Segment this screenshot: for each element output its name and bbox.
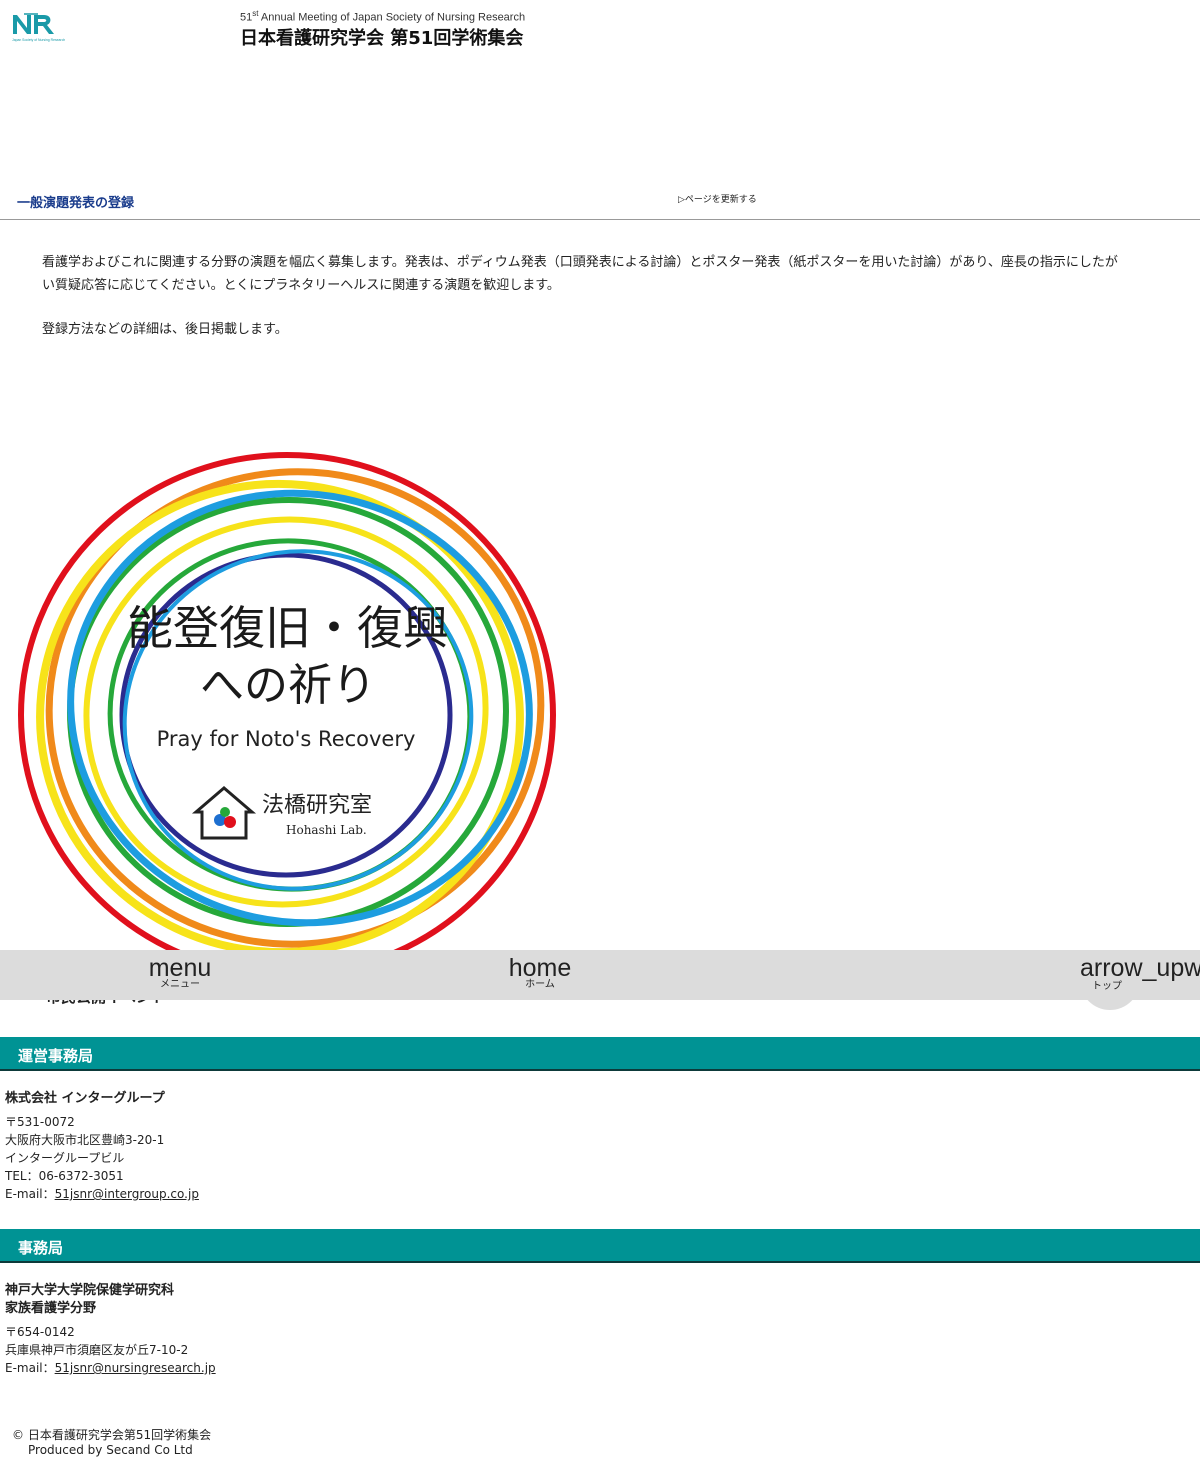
page-title: 一般演題発表の登録 (17, 196, 135, 211)
svg-text:への祈り: への祈り (200, 660, 376, 711)
office-section-header: 運営事務局 (0, 1037, 1200, 1071)
secretariat-heading: 事務局 (18, 1239, 64, 1257)
office-email-line: E-mail：51jsnr@intergroup.co.jp (5, 1187, 199, 1201)
secretariat-address-block: 神戸大学大学院保健学研究科 家族看護学分野 〒654-0142 兵庫県神戸市須磨… (5, 1282, 216, 1377)
office-email-link[interactable]: 51jsnr@intergroup.co.jp (55, 1187, 199, 1201)
secretariat-section-header: 事務局 (0, 1229, 1200, 1263)
details-notice: 登録方法などの詳細は、後日掲載します。 (42, 322, 288, 337)
noto-recovery-banner[interactable]: 能登復旧・復興 への祈り Pray for Noto's Recovery 法橋… (18, 450, 560, 950)
menu-button[interactable]: menu メニュー (130, 950, 230, 1000)
secretariat-address: 兵庫県神戸市須磨区友が丘7-10-2 (5, 1343, 189, 1357)
office-building: インターグループビル (5, 1151, 125, 1165)
back-to-top-label: トップ (1092, 981, 1122, 992)
secretariat-email-line: E-mail：51jsnr@nursingresearch.jp (5, 1361, 216, 1375)
refresh-page-link[interactable]: ▷ページを更新する (678, 192, 757, 205)
home-button-label: ホーム (525, 979, 555, 990)
svg-text:能登復旧・復興: 能登復旧・復興 (127, 601, 449, 655)
back-to-top-button[interactable]: arrow_upward トップ (1080, 950, 1200, 1010)
secretariat-postal-code: 〒654-0142 (5, 1325, 75, 1339)
secretariat-org-line2: 家族看護学分野 (5, 1301, 97, 1316)
office-address-block: 株式会社 インターグループ 〒531-0072 大阪府大阪市北区豊崎3-20-1… (5, 1090, 199, 1203)
svg-text:法橋研究室: 法橋研究室 (262, 793, 372, 818)
secretariat-email-link[interactable]: 51jsnr@nursingresearch.jp (55, 1361, 216, 1375)
office-tel: TEL：06-6372-3051 (5, 1169, 124, 1183)
menu-button-label: メニュー (160, 979, 200, 990)
intro-paragraph: 看護学およびこれに関連する分野の演題を幅広く募集します。発表は、ポディウム発表（… (42, 255, 1118, 293)
meeting-english-subtitle: 51st Annual Meeting of Japan Society of … (240, 9, 526, 24)
office-heading: 運営事務局 (18, 1047, 94, 1065)
footer: © 日本看護研究学会第51回学術集会 Produced by Secand Co… (12, 1428, 211, 1458)
svg-text:Japan Society of Nursing Resea: Japan Society of Nursing Research (12, 38, 65, 42)
copyright: © 日本看護研究学会第51回学術集会 (12, 1428, 212, 1442)
produced-by: Produced by Secand Co Ltd (28, 1443, 193, 1457)
bottom-navigation-bar: menu メニュー home ホーム arrow_upward トップ (0, 950, 1200, 1010)
svg-text:Pray for Noto's Recovery: Pray for Noto's Recovery (157, 727, 416, 751)
svg-text:Hohashi Lab.: Hohashi Lab. (286, 823, 367, 837)
office-postal-code: 〒531-0072 (5, 1115, 75, 1129)
secretariat-org-line1: 神戸大学大学院保健学研究科 (5, 1283, 175, 1298)
office-org-name: 株式会社 インターグループ (5, 1091, 165, 1106)
meeting-title: 日本看護研究学会 第51回学術集会 (240, 28, 524, 49)
society-logo[interactable]: Japan Society of Nursing Research (10, 10, 72, 44)
home-button[interactable]: home ホーム (490, 950, 590, 1000)
divider (0, 219, 1200, 220)
office-address: 大阪府大阪市北区豊崎3-20-1 (5, 1133, 165, 1147)
